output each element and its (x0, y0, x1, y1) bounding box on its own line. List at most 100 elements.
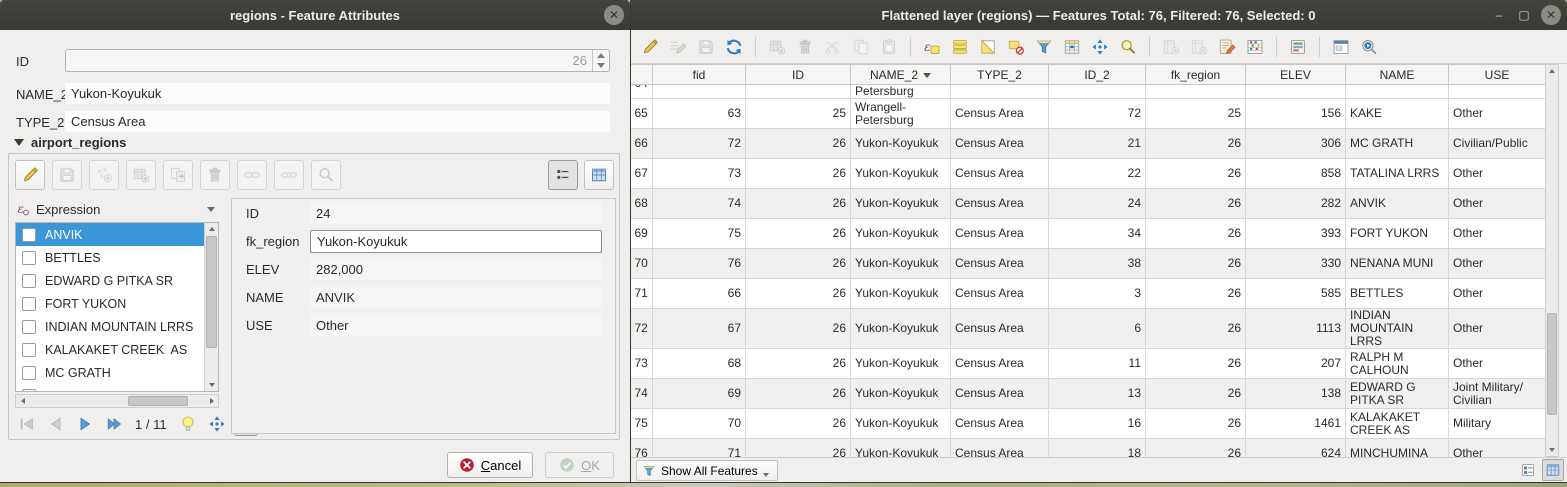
ok-button[interactable]: OK (545, 452, 614, 478)
expression-combo[interactable]: ε Expression (15, 198, 219, 220)
column-header-fid[interactable]: fid (653, 65, 746, 85)
cell-TYPE_2[interactable]: Census Area (951, 249, 1049, 279)
titlebar[interactable]: regions - Feature Attributes ✕ (0, 0, 630, 30)
scroll-right-icon[interactable] (210, 398, 214, 404)
scrollbar-thumb[interactable] (1547, 313, 1557, 415)
cell-NAME[interactable]: ANVIK (1346, 189, 1449, 219)
cell-ELEV[interactable]: 1113 (1246, 309, 1346, 349)
list-item[interactable] (16, 384, 206, 392)
cell-TYPE_2[interactable]: Census Area (951, 189, 1049, 219)
section-airport-regions[interactable]: airport_regions (14, 135, 126, 150)
cell-NAME[interactable]: NENANA MUNI (1346, 249, 1449, 279)
chevron-down-icon[interactable] (207, 207, 215, 212)
column-header-NAME[interactable]: NAME (1346, 65, 1449, 85)
id-spinbox[interactable]: 26 (65, 49, 610, 72)
cell-fid[interactable]: 74 (653, 189, 746, 219)
cell-ELEV[interactable]: 1461 (1246, 409, 1346, 439)
cell-ID[interactable]: 26 (746, 409, 851, 439)
cell-ID_2[interactable]: 24 (1049, 189, 1146, 219)
delete-child-feature-button[interactable] (200, 160, 230, 190)
reload-table-button[interactable] (722, 35, 746, 59)
cell-ELEV[interactable]: 138 (1246, 379, 1346, 409)
cell-NAME_2[interactable]: Yukon-Koyukuk (851, 349, 951, 379)
cell-fk_region[interactable]: 26 (1146, 249, 1246, 279)
row-number[interactable]: 74 (631, 379, 653, 409)
column-header-ID_2[interactable]: ID_2 (1049, 65, 1146, 85)
checkbox[interactable] (22, 343, 36, 357)
column-header-USE[interactable]: USE (1449, 65, 1546, 85)
scroll-down-icon[interactable] (209, 383, 215, 387)
cell-ID_2[interactable]: 38 (1049, 249, 1146, 279)
checkbox[interactable] (22, 297, 36, 311)
cell-fid[interactable]: 66 (653, 279, 746, 309)
titlebar[interactable]: Flattened layer (regions) — Features Tot… (630, 0, 1567, 30)
cell-NAME[interactable]: MC GRATH (1346, 129, 1449, 159)
cell-ID[interactable]: 26 (746, 189, 851, 219)
cell-NAME_2[interactable]: Yukon-Koyukuk (851, 219, 951, 249)
table-row[interactable]: 757026Yukon-KoyukukCensus Area16261461KA… (631, 409, 1546, 439)
cell-TYPE_2[interactable]: Census Area (951, 99, 1049, 129)
related-features-list[interactable]: ANVIK BETTLES EDWARD G PITKA SR FORT YUK… (15, 222, 219, 392)
checkbox[interactable] (22, 320, 36, 334)
cell-ELEV[interactable]: 306 (1246, 129, 1346, 159)
add-child-feature-table-button[interactable] (126, 160, 156, 190)
cell-ID[interactable]: 26 (746, 129, 851, 159)
cell-ID_2[interactable]: 21 (1049, 129, 1146, 159)
add-child-feature-button[interactable] (89, 160, 119, 190)
save-child-edits-button[interactable] (52, 160, 82, 190)
scrollbar-thumb[interactable] (206, 236, 217, 348)
cell-ID_2[interactable]: 13 (1049, 379, 1146, 409)
cell-ID_2[interactable]: 3 (1049, 279, 1146, 309)
cell-NAME[interactable]: FORT YUKON (1346, 219, 1449, 249)
cell-NAME[interactable]: BETTLES (1346, 279, 1449, 309)
cell-NAME_2[interactable]: Yukon-Koyukuk (851, 159, 951, 189)
highlight-current-feature-button[interactable] (176, 412, 200, 436)
row-number[interactable]: 68 (631, 189, 653, 219)
cell-fk_region[interactable]: 26 (1146, 349, 1246, 379)
cell-NAME[interactable]: RALPH M CALHOUN (1346, 349, 1449, 379)
cell-ID[interactable]: 26 (746, 219, 851, 249)
cell-USE[interactable]: Other (1449, 189, 1546, 219)
select-by-expression-button[interactable]: ε (920, 35, 944, 59)
cell-fid[interactable]: 73 (653, 159, 746, 189)
cell-ELEV[interactable]: 156 (1246, 99, 1346, 129)
cell-TYPE_2[interactable]: Census Area (951, 279, 1049, 309)
row-number[interactable]: 70 (631, 249, 653, 279)
conditional-formatting-button[interactable] (1243, 35, 1267, 59)
list-item[interactable]: ANVIK (16, 223, 206, 246)
cell-ELEV[interactable]: 330 (1246, 249, 1346, 279)
table-vertical-scrollbar[interactable] (1545, 64, 1559, 457)
table-row[interactable]: 667226Yukon-KoyukukCensus Area2126306MC … (631, 129, 1546, 159)
column-header-fk_region[interactable]: fk_region (1146, 65, 1246, 85)
cell-ID[interactable]: 26 (746, 249, 851, 279)
cell-USE[interactable]: Other (1449, 249, 1546, 279)
list-item[interactable]: EDWARD G PITKA SR (16, 269, 206, 292)
cell-fid[interactable]: 69 (653, 379, 746, 409)
checkbox[interactable] (22, 251, 36, 265)
list-horizontal-scrollbar[interactable] (15, 394, 219, 408)
checkbox[interactable] (22, 274, 36, 288)
cell-ELEV[interactable]: 207 (1246, 349, 1346, 379)
spin-down-icon[interactable] (597, 63, 605, 68)
cell-NAME_2[interactable]: Wrangell-Petersburg (851, 99, 951, 129)
cell-fk_region[interactable]: 26 (1146, 379, 1246, 409)
cell-ID_2[interactable]: 72 (1049, 99, 1146, 129)
checkbox[interactable] (22, 389, 36, 393)
link-feature-button[interactable] (237, 160, 267, 190)
unlink-feature-button[interactable] (274, 160, 304, 190)
filter-select-button[interactable] (1032, 35, 1056, 59)
copy-features-button[interactable] (849, 35, 873, 59)
cell-TYPE_2[interactable]: Census Area (951, 349, 1049, 379)
new-field-button[interactable] (1159, 35, 1183, 59)
table-row[interactable]: 697526Yukon-KoyukukCensus Area3426393FOR… (631, 219, 1546, 249)
duplicate-child-feature-button[interactable] (163, 160, 193, 190)
cell-ID[interactable]: 26 (746, 279, 851, 309)
cell-TYPE_2[interactable]: Census Area (951, 379, 1049, 409)
cell-TYPE_2[interactable]: Census Area (951, 409, 1049, 439)
checkbox[interactable] (22, 228, 36, 242)
row-number[interactable]: 75 (631, 409, 653, 439)
cell-NAME[interactable]: EDWARD G PITKA SR (1346, 379, 1449, 409)
cell-ID[interactable]: 26 (746, 309, 851, 349)
form-view-toggle-button[interactable] (548, 160, 578, 190)
scroll-down-icon[interactable] (1549, 448, 1555, 452)
